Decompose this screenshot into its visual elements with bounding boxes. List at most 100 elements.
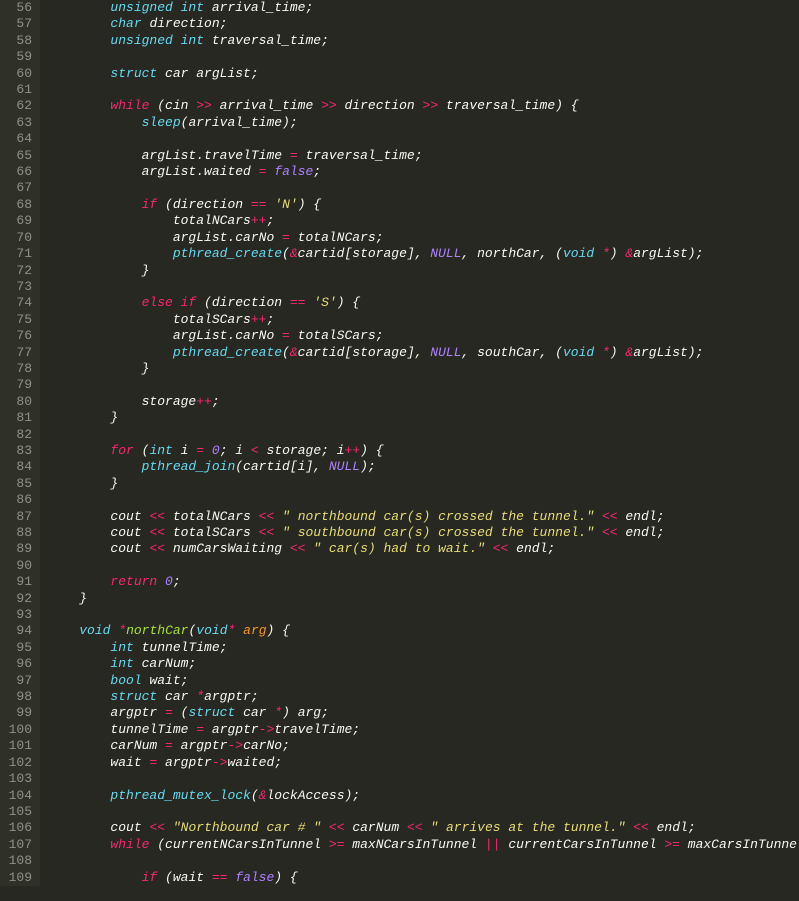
token-plain: numCarsWaiting <box>165 541 290 556</box>
code-line[interactable] <box>48 558 799 574</box>
token-plain: totalSCars <box>165 525 259 540</box>
token-op: & <box>290 246 298 261</box>
code-line[interactable]: pthread_join(cartid[i], NULL); <box>48 459 799 475</box>
token-op: = <box>196 722 204 737</box>
code-line[interactable]: if (direction == 'N') { <box>48 197 799 213</box>
code-line[interactable]: argList.carNo = totalNCars; <box>48 230 799 246</box>
token-plain: (currentNCarsInTunnel <box>149 837 328 852</box>
code-line[interactable] <box>48 492 799 508</box>
code-line[interactable]: cout << totalNCars << " northbound car(s… <box>48 509 799 525</box>
code-line[interactable]: int carNum; <box>48 656 799 672</box>
code-line[interactable]: unsigned int arrival_time; <box>48 0 799 16</box>
code-line[interactable] <box>48 853 799 869</box>
code-line[interactable]: pthread_create(&cartid[storage], NULL, s… <box>48 345 799 361</box>
code-line[interactable] <box>48 82 799 98</box>
token-func: sleep <box>142 115 181 130</box>
code-line[interactable]: } <box>48 263 799 279</box>
token-type: struct <box>110 689 157 704</box>
token-type: struct <box>110 66 157 81</box>
token-op: ++ <box>345 443 361 458</box>
token-plain: argptr; <box>204 689 259 704</box>
token-op: >> <box>321 98 337 113</box>
line-number: 98 <box>8 689 32 705</box>
code-line[interactable]: else if (direction == 'S') { <box>48 295 799 311</box>
code-line[interactable]: void *northCar(void* arg) { <box>48 623 799 639</box>
code-line[interactable] <box>48 49 799 65</box>
code-line[interactable] <box>48 607 799 623</box>
code-line[interactable]: wait = argptr->waited; <box>48 755 799 771</box>
code-line[interactable]: totalSCars++; <box>48 312 799 328</box>
token-type: struct <box>188 705 235 720</box>
code-line[interactable] <box>48 771 799 787</box>
code-line[interactable]: argList.travelTime = traversal_time; <box>48 148 799 164</box>
code-line[interactable]: bool wait; <box>48 673 799 689</box>
line-number: 64 <box>8 131 32 147</box>
code-line[interactable]: argList.waited = false; <box>48 164 799 180</box>
code-line[interactable]: storage++; <box>48 394 799 410</box>
token-type: unsigned int <box>110 0 204 15</box>
token-op: == <box>290 295 306 310</box>
token-op: << <box>290 541 306 556</box>
token-op: >= <box>329 837 345 852</box>
line-number: 101 <box>8 738 32 754</box>
code-line[interactable]: for (int i = 0; i < storage; i++) { <box>48 443 799 459</box>
token-plain: arrival_time; <box>204 0 313 15</box>
code-line[interactable]: return 0; <box>48 574 799 590</box>
code-line[interactable]: unsigned int traversal_time; <box>48 33 799 49</box>
code-line[interactable]: argList.carNo = totalSCars; <box>48 328 799 344</box>
code-line[interactable]: while (cin >> arrival_time >> direction … <box>48 98 799 114</box>
code-line[interactable]: cout << "Northbound car # " << carNum <<… <box>48 820 799 836</box>
code-line[interactable] <box>48 804 799 820</box>
token-plain: tunnelTime; <box>134 640 228 655</box>
code-line[interactable] <box>48 180 799 196</box>
code-line[interactable]: cout << numCarsWaiting << " car(s) had t… <box>48 541 799 557</box>
code-line[interactable]: char direction; <box>48 16 799 32</box>
code-line[interactable] <box>48 427 799 443</box>
code-area[interactable]: unsigned int arrival_time; char directio… <box>40 0 799 886</box>
code-line[interactable]: pthread_mutex_lock(&lockAccess); <box>48 788 799 804</box>
code-line[interactable]: sleep(arrival_time); <box>48 115 799 131</box>
line-number: 66 <box>8 164 32 180</box>
token-plain: ; <box>266 213 274 228</box>
token-num: NULL <box>329 459 360 474</box>
line-number: 89 <box>8 541 32 557</box>
code-line[interactable] <box>48 377 799 393</box>
code-line[interactable]: carNum = argptr->carNo; <box>48 738 799 754</box>
token-plain: (cin <box>149 98 196 113</box>
code-line[interactable]: } <box>48 591 799 607</box>
token-plain: (cartid[i], <box>235 459 329 474</box>
code-line[interactable]: } <box>48 410 799 426</box>
token-plain: car <box>235 705 274 720</box>
code-line[interactable]: } <box>48 476 799 492</box>
code-line[interactable]: pthread_create(&cartid[storage], NULL, n… <box>48 246 799 262</box>
code-line[interactable]: } <box>48 361 799 377</box>
code-line[interactable]: tunnelTime = argptr->travelTime; <box>48 722 799 738</box>
code-line[interactable]: argptr = (struct car *) arg; <box>48 705 799 721</box>
code-line[interactable]: if (wait == false) { <box>48 870 799 886</box>
token-op: << <box>149 525 165 540</box>
code-line[interactable]: while (currentNCarsInTunnel >= maxNCarsI… <box>48 837 799 853</box>
token-op: = <box>290 148 298 163</box>
code-line[interactable] <box>48 279 799 295</box>
code-line[interactable]: struct car argList; <box>48 66 799 82</box>
token-num: NULL <box>430 246 461 261</box>
token-op: << <box>149 541 165 556</box>
token-type: char <box>110 16 141 31</box>
token-plain: ) { <box>267 623 290 638</box>
line-number: 61 <box>8 82 32 98</box>
token-plain: } <box>110 476 118 491</box>
line-number: 67 <box>8 180 32 196</box>
token-plain <box>274 509 282 524</box>
code-line[interactable]: totalNCars++; <box>48 213 799 229</box>
code-line[interactable]: int tunnelTime; <box>48 640 799 656</box>
code-line[interactable]: cout << totalSCars << " southbound car(s… <box>48 525 799 541</box>
token-plain: ) <box>610 345 626 360</box>
token-str: " southbound car(s) crossed the tunnel." <box>282 525 594 540</box>
token-plain: argptr <box>157 755 212 770</box>
code-line[interactable] <box>48 131 799 147</box>
code-line[interactable]: struct car *argptr; <box>48 689 799 705</box>
token-plain: argptr <box>173 738 228 753</box>
token-op: << <box>259 525 275 540</box>
token-plain: totalNCars; <box>290 230 384 245</box>
line-number: 81 <box>8 410 32 426</box>
